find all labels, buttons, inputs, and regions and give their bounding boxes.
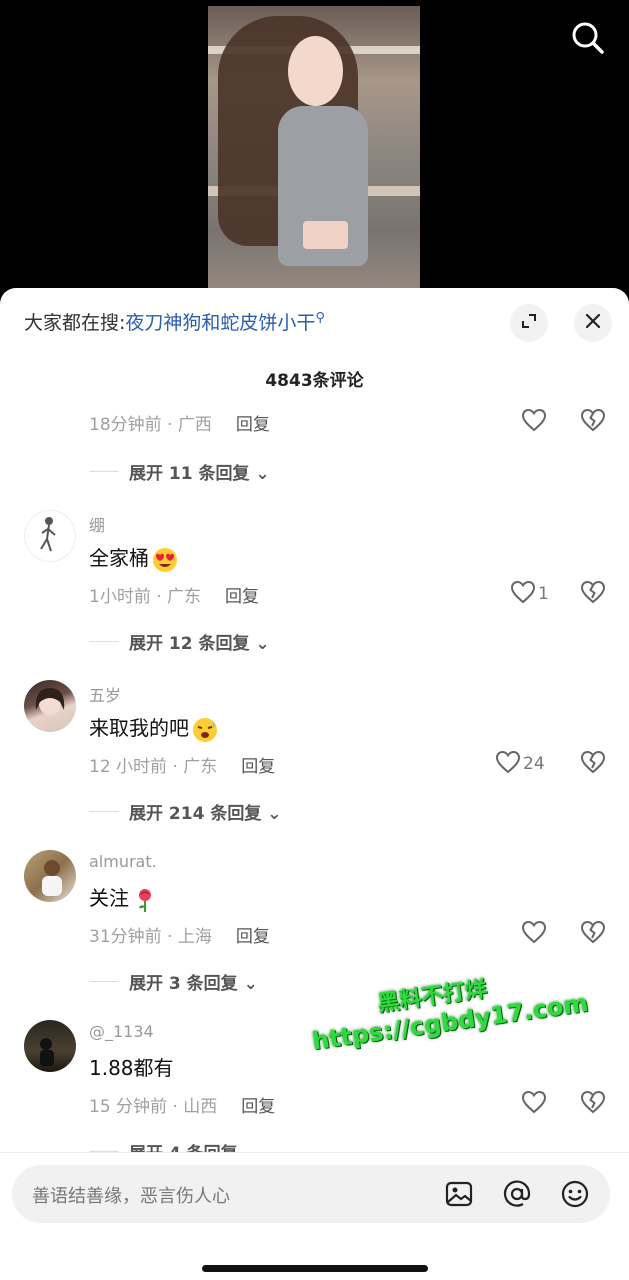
comment-text: 来取我的吧 [89, 712, 219, 744]
rose-emoji-icon [131, 886, 159, 914]
dislike-button[interactable] [580, 920, 606, 948]
chevron-down-icon: ⌄ [267, 804, 282, 824]
hot-search-term[interactable]: 夜刀神狗和蛇皮饼小干 [125, 312, 315, 334]
expand-replies-button[interactable]: 展开 12 条回复 ⌄ [129, 629, 270, 654]
comment-item: 五岁 来取我的吧 12 小时前 · 广东 回复 24 展开 214 条回复 ⌄ [0, 678, 629, 848]
expand-divider [89, 981, 119, 982]
comment-time: 18分钟前 · 广西 [89, 415, 212, 435]
expand-divider [89, 471, 119, 472]
expand-replies-label: 展开 3 条回复 [129, 974, 238, 994]
broken-heart-icon [580, 580, 606, 608]
expand-replies-label: 展开 11 条回复 [129, 464, 250, 484]
home-indicator[interactable] [202, 1265, 428, 1272]
like-button[interactable]: 1 [510, 580, 549, 608]
expand-replies-button[interactable]: 展开 3 条回复 ⌄ [129, 969, 258, 994]
comment-text: 关注 [89, 882, 159, 914]
comment-username[interactable]: 绷 [89, 512, 105, 536]
comment-body: 全家桶 [89, 546, 149, 570]
like-button[interactable]: 24 [495, 750, 545, 778]
expand-replies-button[interactable]: 展开 11 条回复 ⌄ [129, 459, 270, 484]
search-icon[interactable] [566, 16, 610, 60]
avatar[interactable] [24, 680, 76, 732]
comment-time: 31分钟前 · 上海 [89, 927, 212, 947]
at-icon[interactable] [502, 1179, 532, 1209]
comment-time: 1小时前 · 广东 [89, 587, 202, 607]
reply-button[interactable]: 回复 [236, 927, 270, 947]
heart-icon [521, 408, 547, 436]
comment-body: 关注 [89, 886, 129, 910]
tired-face-emoji-icon [191, 716, 219, 744]
image-icon[interactable] [444, 1179, 474, 1209]
heart-icon [521, 1090, 547, 1118]
broken-heart-icon [580, 920, 606, 948]
reply-button[interactable]: 回复 [241, 757, 275, 777]
hot-search-prefix: 大家都在搜: [24, 312, 126, 334]
dislike-button[interactable] [580, 408, 606, 436]
video-area[interactable] [0, 0, 629, 306]
comment-time: 15 分钟前 · 山西 [89, 1097, 218, 1117]
like-count: 1 [538, 584, 549, 604]
comment-username[interactable]: @_1134 [89, 1022, 154, 1041]
expand-replies-label: 展开 12 条回复 [129, 634, 250, 654]
heart-icon [510, 580, 536, 608]
dislike-button[interactable] [580, 750, 606, 778]
close-icon [584, 312, 602, 334]
broken-heart-icon [580, 750, 606, 778]
expand-replies-button[interactable]: 展开 214 条回复 ⌄ [129, 799, 282, 824]
comment-time: 12 小时前 · 广东 [89, 757, 218, 777]
comment-meta: 18分钟前 · 广西 回复 [89, 410, 270, 435]
mini-search-icon: ⚲ [315, 310, 325, 326]
heart-eyes-emoji-icon [151, 546, 179, 574]
close-button[interactable] [574, 304, 612, 342]
hot-search-bar[interactable]: 大家都在搜:夜刀神狗和蛇皮饼小干⚲ [24, 308, 325, 335]
heart-icon [521, 920, 547, 948]
comment-body: 1.88都有 [89, 1056, 174, 1080]
reply-button[interactable]: 回复 [241, 1097, 275, 1117]
expand-replies-label: 展开 214 条回复 [129, 804, 262, 824]
avatar[interactable] [24, 1020, 76, 1072]
reply-button[interactable]: 回复 [225, 587, 259, 607]
comment-input-placeholder: 善语结善缘，恶言伤人心 [32, 1186, 230, 1207]
dislike-button[interactable] [580, 580, 606, 608]
broken-heart-icon [580, 1090, 606, 1118]
comment-input[interactable]: 善语结善缘，恶言伤人心 [12, 1165, 610, 1223]
comment-meta: 15 分钟前 · 山西 回复 [89, 1092, 275, 1117]
avatar[interactable] [24, 510, 76, 562]
person-waist [303, 221, 348, 249]
chevron-down-icon: ⌄ [255, 464, 270, 484]
dislike-button[interactable] [580, 1090, 606, 1118]
expand-icon [520, 312, 538, 334]
like-count: 24 [523, 754, 545, 774]
like-button[interactable] [521, 1090, 547, 1118]
comment-meta: 1小时前 · 广东 回复 [89, 582, 259, 607]
reply-button[interactable]: 回复 [236, 415, 270, 435]
comment-count-title: 4843条评论 [265, 371, 364, 391]
expand-button[interactable] [510, 304, 548, 342]
comment-text: 全家桶 [89, 542, 179, 574]
comment-text: 1.88都有 [89, 1052, 174, 1081]
expand-divider [89, 811, 119, 812]
video-thumbnail[interactable] [208, 6, 420, 306]
comment-sheet: 大家都在搜:夜刀神狗和蛇皮饼小干⚲ 4843条评论 18分钟前 · 广西回复 [0, 288, 629, 1280]
comment-body: 来取我的吧 [89, 716, 189, 740]
comment-meta: 31分钟前 · 上海 回复 [89, 922, 270, 947]
chevron-down-icon: ⌄ [243, 974, 258, 994]
comment-username[interactable]: 五岁 [89, 682, 121, 706]
expand-divider [89, 641, 119, 642]
comment-username[interactable]: almurat. [89, 852, 157, 871]
person-face [288, 36, 343, 106]
broken-heart-icon [580, 408, 606, 436]
chevron-down-icon: ⌄ [255, 634, 270, 654]
avatar[interactable] [24, 850, 76, 902]
comment-input-bar: 善语结善缘，恶言伤人心 [0, 1152, 629, 1280]
comment-item: 绷 全家桶 1小时前 · 广东 回复 1 展开 12 条回复 ⌄ [0, 508, 629, 678]
heart-icon [495, 750, 521, 778]
comment-meta: 12 小时前 · 广东 回复 [89, 752, 275, 777]
like-button[interactable] [521, 408, 547, 436]
emoji-icon[interactable] [560, 1179, 590, 1209]
like-button[interactable] [521, 920, 547, 948]
